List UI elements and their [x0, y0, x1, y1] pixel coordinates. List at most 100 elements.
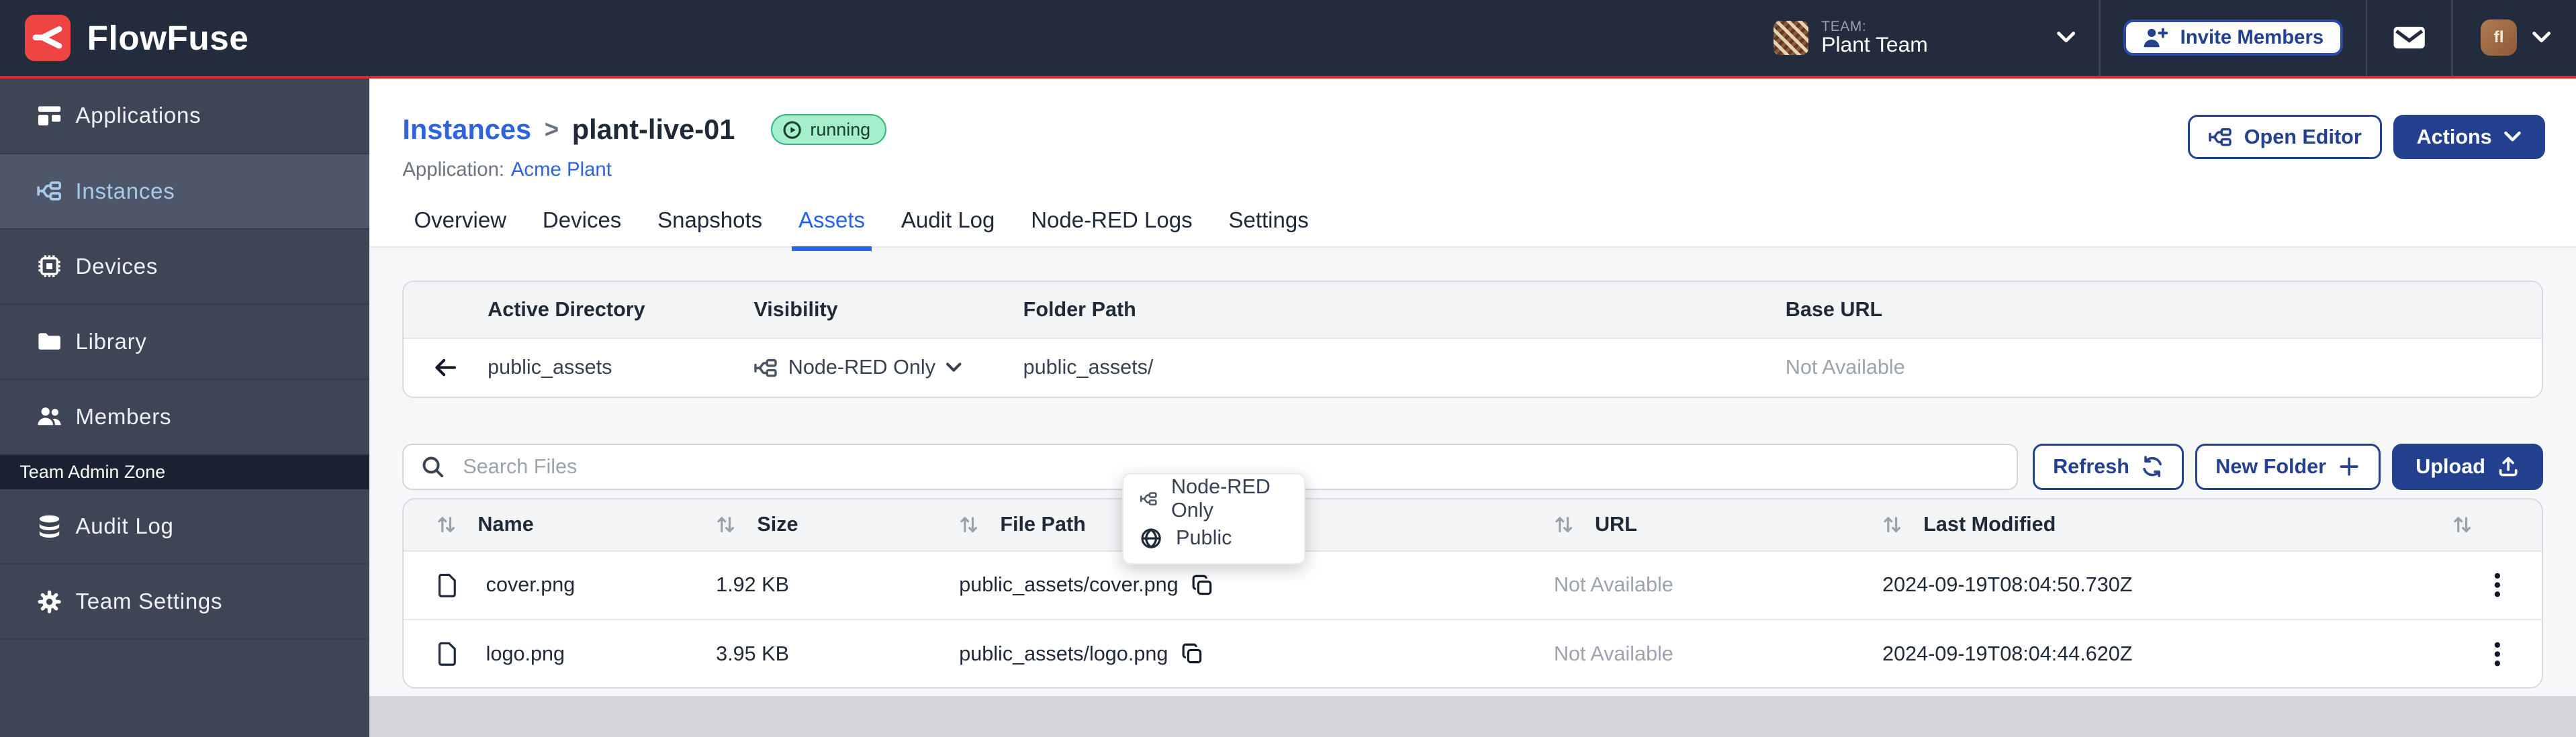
- instance-tabs: Overview Devices Snapshots Assets Audit …: [369, 189, 2576, 251]
- visibility-dropdown-trigger[interactable]: Node-RED Only: [753, 356, 1023, 381]
- upload-button[interactable]: Upload: [2392, 444, 2543, 490]
- sort-icon[interactable]: [716, 515, 735, 534]
- row-menu-kebab-icon[interactable]: [2491, 638, 2504, 671]
- tab-devices[interactable]: Devices: [536, 189, 628, 251]
- files-toolbar: Refresh New Folder Upload: [402, 444, 2543, 490]
- sidebar-item-team-settings[interactable]: Team Settings: [0, 564, 369, 640]
- sort-icon[interactable]: [436, 515, 456, 534]
- editor-fork-icon: [2208, 125, 2233, 150]
- invite-members-button[interactable]: Invite Members: [2123, 19, 2343, 56]
- directory-row: public_assets Node-RED Only public_asset…: [404, 339, 2542, 397]
- col-url: URL: [1595, 513, 1637, 536]
- directory-name: public_assets: [488, 356, 753, 379]
- folder-path-value: public_assets/: [1023, 356, 1786, 379]
- directory-header-row: Active Directory Visibility Folder Path …: [404, 282, 2542, 339]
- notifications-mail-icon[interactable]: [2367, 23, 2451, 52]
- open-editor-button[interactable]: Open Editor: [2188, 115, 2382, 159]
- sidebar-item-label: Instances: [76, 179, 175, 204]
- dropdown-item-public[interactable]: Public: [1123, 519, 1304, 558]
- file-url: Not Available: [1554, 573, 1882, 597]
- application-link[interactable]: Acme Plant: [511, 158, 612, 181]
- sort-icon[interactable]: [2452, 515, 2472, 534]
- visibility-dropdown-menu: Node-RED Only Public: [1122, 473, 1305, 564]
- globe-icon: [1140, 527, 1162, 550]
- file-modified: 2024-09-19T08:04:44.620Z: [1882, 642, 2452, 666]
- sidebar-item-library[interactable]: Library: [0, 305, 369, 380]
- main-area: Instances > plant-live-01 running Applic…: [369, 79, 2576, 737]
- sidebar-item-label: Members: [76, 404, 172, 430]
- upload-icon: [2497, 455, 2520, 478]
- page-bottom-band: [369, 696, 2576, 737]
- members-icon: [36, 403, 62, 430]
- application-label: Application:: [402, 158, 504, 181]
- user-menu[interactable]: fl: [2453, 19, 2576, 56]
- file-name: logo.png: [486, 642, 565, 666]
- top-navbar: FlowFuse TEAM: Plant Team Invite Memb: [0, 0, 2576, 79]
- brand-logo[interactable]: FlowFuse: [0, 15, 248, 61]
- team-admin-zone-header: Team Admin Zone: [0, 455, 369, 489]
- team-selector[interactable]: TEAM: Plant Team: [1754, 0, 2099, 76]
- files-table: Name Size File Path URL: [402, 498, 2543, 689]
- col-base-url: Base URL: [1786, 298, 2542, 322]
- invite-members-label: Invite Members: [2180, 26, 2324, 49]
- folder-icon: [36, 328, 62, 354]
- copy-icon[interactable]: [1191, 575, 1213, 596]
- sidebar-item-instances[interactable]: Instances: [0, 154, 369, 230]
- node-red-fork-icon: [753, 356, 778, 381]
- tab-snapshots[interactable]: Snapshots: [651, 189, 769, 251]
- breadcrumb-separator: >: [545, 115, 559, 144]
- sort-icon[interactable]: [1554, 515, 1573, 534]
- plus-icon: [2338, 455, 2360, 478]
- applications-icon: [36, 103, 62, 129]
- back-arrow-icon[interactable]: [404, 354, 488, 381]
- col-visibility: Visibility: [753, 298, 1023, 322]
- col-name: Name: [477, 513, 533, 536]
- sidebar-item-label: Team Settings: [76, 589, 223, 614]
- chevron-down-icon: [2056, 31, 2076, 44]
- chevron-down-icon: [2503, 130, 2522, 144]
- sidebar-item-audit-log[interactable]: Audit Log: [0, 489, 369, 564]
- chevron-down-icon: [2532, 31, 2551, 44]
- status-badge: running: [771, 114, 886, 145]
- database-icon: [36, 513, 62, 540]
- col-folder-path: Folder Path: [1023, 298, 1786, 322]
- sort-icon[interactable]: [1882, 515, 1902, 534]
- instance-header-section: Instances > plant-live-01 running Applic…: [369, 79, 2576, 248]
- user-avatar: fl: [2481, 19, 2517, 56]
- sidebar-item-devices[interactable]: Devices: [0, 230, 369, 305]
- actions-button[interactable]: Actions: [2393, 115, 2545, 159]
- sidebar-item-members[interactable]: Members: [0, 380, 369, 455]
- tab-overview[interactable]: Overview: [408, 189, 513, 251]
- sidebar-item-label: Devices: [76, 254, 158, 279]
- row-menu-kebab-icon[interactable]: [2491, 569, 2504, 601]
- col-active-directory: Active Directory: [488, 298, 753, 322]
- sort-icon[interactable]: [959, 515, 978, 534]
- col-last-modified: Last Modified: [1923, 513, 2056, 536]
- brand-name: FlowFuse: [87, 17, 249, 58]
- sidebar-item-label: Library: [76, 329, 147, 354]
- sidebar: Applications Instances Devices: [0, 79, 369, 737]
- sidebar-item-applications[interactable]: Applications: [0, 79, 369, 154]
- tab-audit-log[interactable]: Audit Log: [894, 189, 1001, 251]
- tab-settings[interactable]: Settings: [1222, 189, 1316, 251]
- header-divider: [2099, 0, 2100, 76]
- file-icon: [436, 642, 458, 667]
- page-title: plant-live-01: [572, 113, 735, 146]
- dropdown-item-node-red-only[interactable]: Node-RED Only: [1123, 479, 1304, 519]
- node-red-fork-icon: [1140, 487, 1158, 510]
- file-name: cover.png: [486, 573, 576, 597]
- new-folder-label: New Folder: [2215, 455, 2326, 479]
- play-circle-icon: [782, 120, 802, 140]
- flowfuse-app: FlowFuse TEAM: Plant Team Invite Memb: [0, 0, 2576, 737]
- dropdown-item-label: Public: [1176, 526, 1232, 550]
- refresh-button[interactable]: Refresh: [2033, 444, 2184, 490]
- status-badge-label: running: [810, 119, 870, 140]
- upload-label: Upload: [2416, 455, 2485, 479]
- breadcrumb-instances-link[interactable]: Instances: [402, 113, 531, 146]
- tab-node-red-logs[interactable]: Node-RED Logs: [1024, 189, 1199, 251]
- col-file-path: File Path: [1000, 513, 1085, 536]
- copy-icon[interactable]: [1181, 643, 1203, 665]
- chevron-down-icon: [946, 362, 962, 373]
- tab-assets[interactable]: Assets: [792, 189, 872, 251]
- new-folder-button[interactable]: New Folder: [2195, 444, 2381, 490]
